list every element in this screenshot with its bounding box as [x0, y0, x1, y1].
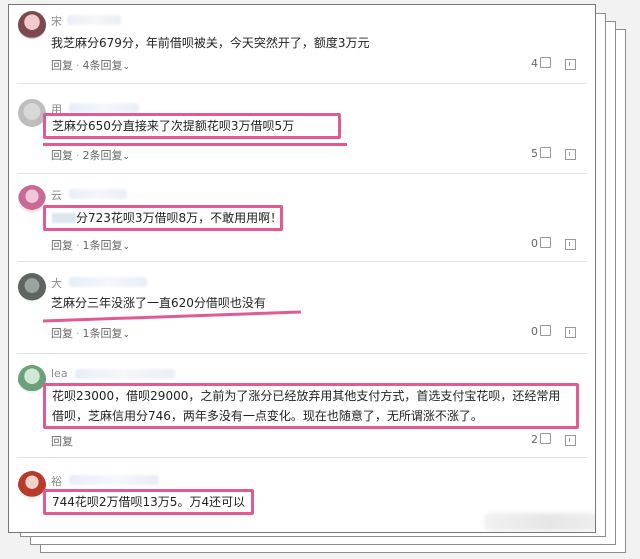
- divider: [17, 173, 587, 174]
- comment-text: 芝麻分650分直接来了次提额花呗3万借呗5万: [43, 113, 341, 139]
- comment-text: 744花呗2万借呗13万5。万4还可以: [43, 489, 255, 515]
- username-blurred: [67, 15, 121, 25]
- avatar[interactable]: [18, 273, 46, 301]
- reply-button[interactable]: 回复: [51, 327, 73, 340]
- redacted-text: [52, 213, 76, 223]
- username[interactable]: lea: [51, 367, 68, 380]
- thumbs-up-icon: [540, 237, 551, 248]
- reply-button[interactable]: 回复: [51, 149, 73, 162]
- username-blurred: [69, 277, 147, 287]
- comment-actions: 回复 · 4条回复⌄: [51, 59, 131, 72]
- view-replies-button[interactable]: 4条回复⌄: [83, 59, 131, 72]
- reply-button[interactable]: 回复: [51, 59, 73, 72]
- comment-actions: 回复 · 1条回复⌄: [51, 327, 131, 340]
- report-icon[interactable]: [565, 149, 576, 160]
- like-count: 4: [531, 57, 538, 70]
- avatar[interactable]: [18, 365, 46, 393]
- username[interactable]: 云: [51, 187, 62, 203]
- like-button[interactable]: 2: [531, 433, 551, 446]
- like-button[interactable]: 0: [531, 237, 551, 250]
- avatar[interactable]: [18, 471, 46, 499]
- comment-actions: 回复: [51, 433, 73, 449]
- avatar[interactable]: [18, 185, 46, 213]
- divider: [17, 353, 587, 354]
- thumbs-up-icon: [540, 325, 551, 336]
- report-icon[interactable]: [565, 239, 576, 250]
- thumbs-up-icon: [540, 147, 551, 158]
- username-blurred: [69, 475, 159, 485]
- chevron-down-icon: ⌄: [122, 330, 131, 340]
- comment-list: 宋 我芝麻分679分，年前借呗被关，今天突然开了，额度3万元 回复 · 4条回复⌄ …: [8, 4, 596, 533]
- divider: [17, 457, 587, 458]
- username[interactable]: 裕: [51, 473, 62, 489]
- comment-text: 花呗23000，借呗29000，之前为了涨分已经放弃用其他支付方式，首选支付宝花…: [43, 383, 579, 429]
- thumbs-up-icon: [540, 57, 551, 68]
- avatar[interactable]: [18, 11, 46, 39]
- avatar[interactable]: [18, 99, 46, 127]
- view-replies-button[interactable]: 1条回复⌄: [83, 327, 131, 340]
- username-blurred: [69, 103, 139, 113]
- like-count: 0: [531, 237, 538, 250]
- watermark: [484, 513, 595, 531]
- like-count: 5: [531, 147, 538, 160]
- highlight-underline: [43, 143, 347, 146]
- reply-button[interactable]: 回复: [51, 435, 73, 448]
- comment-actions: 回复 · 1条回复⌄: [51, 239, 131, 252]
- like-count: 2: [531, 433, 538, 446]
- view-replies-button[interactable]: 2条回复⌄: [83, 149, 131, 162]
- comment-text: 分723花呗3万借呗8万，不敢用用啊！: [43, 205, 283, 231]
- chevron-down-icon: ⌄: [122, 242, 131, 252]
- view-replies-button[interactable]: 1条回复⌄: [83, 239, 131, 252]
- username-blurred: [69, 189, 127, 199]
- username[interactable]: 宋: [51, 13, 62, 29]
- report-icon[interactable]: [565, 327, 576, 338]
- chevron-down-icon: ⌄: [122, 152, 131, 162]
- comment-text: 我芝麻分679分，年前借呗被关，今天突然开了，额度3万元: [51, 36, 370, 50]
- divider: [17, 261, 587, 262]
- reply-button[interactable]: 回复: [51, 239, 73, 252]
- divider: [17, 83, 587, 84]
- like-button[interactable]: 0: [531, 325, 551, 338]
- report-icon[interactable]: [565, 59, 576, 70]
- username-blurred: [75, 369, 175, 379]
- report-icon[interactable]: [565, 435, 576, 446]
- like-button[interactable]: 5: [531, 147, 551, 160]
- username[interactable]: 大: [51, 275, 62, 291]
- thumbs-up-icon: [540, 433, 551, 444]
- comment-actions: 回复 · 2条回复⌄: [51, 149, 131, 162]
- chevron-down-icon: ⌄: [122, 62, 131, 72]
- like-count: 0: [531, 325, 538, 338]
- like-button[interactable]: 4: [531, 57, 551, 70]
- comment-text: 芝麻分三年没涨了一直620分借呗也没有: [51, 296, 266, 310]
